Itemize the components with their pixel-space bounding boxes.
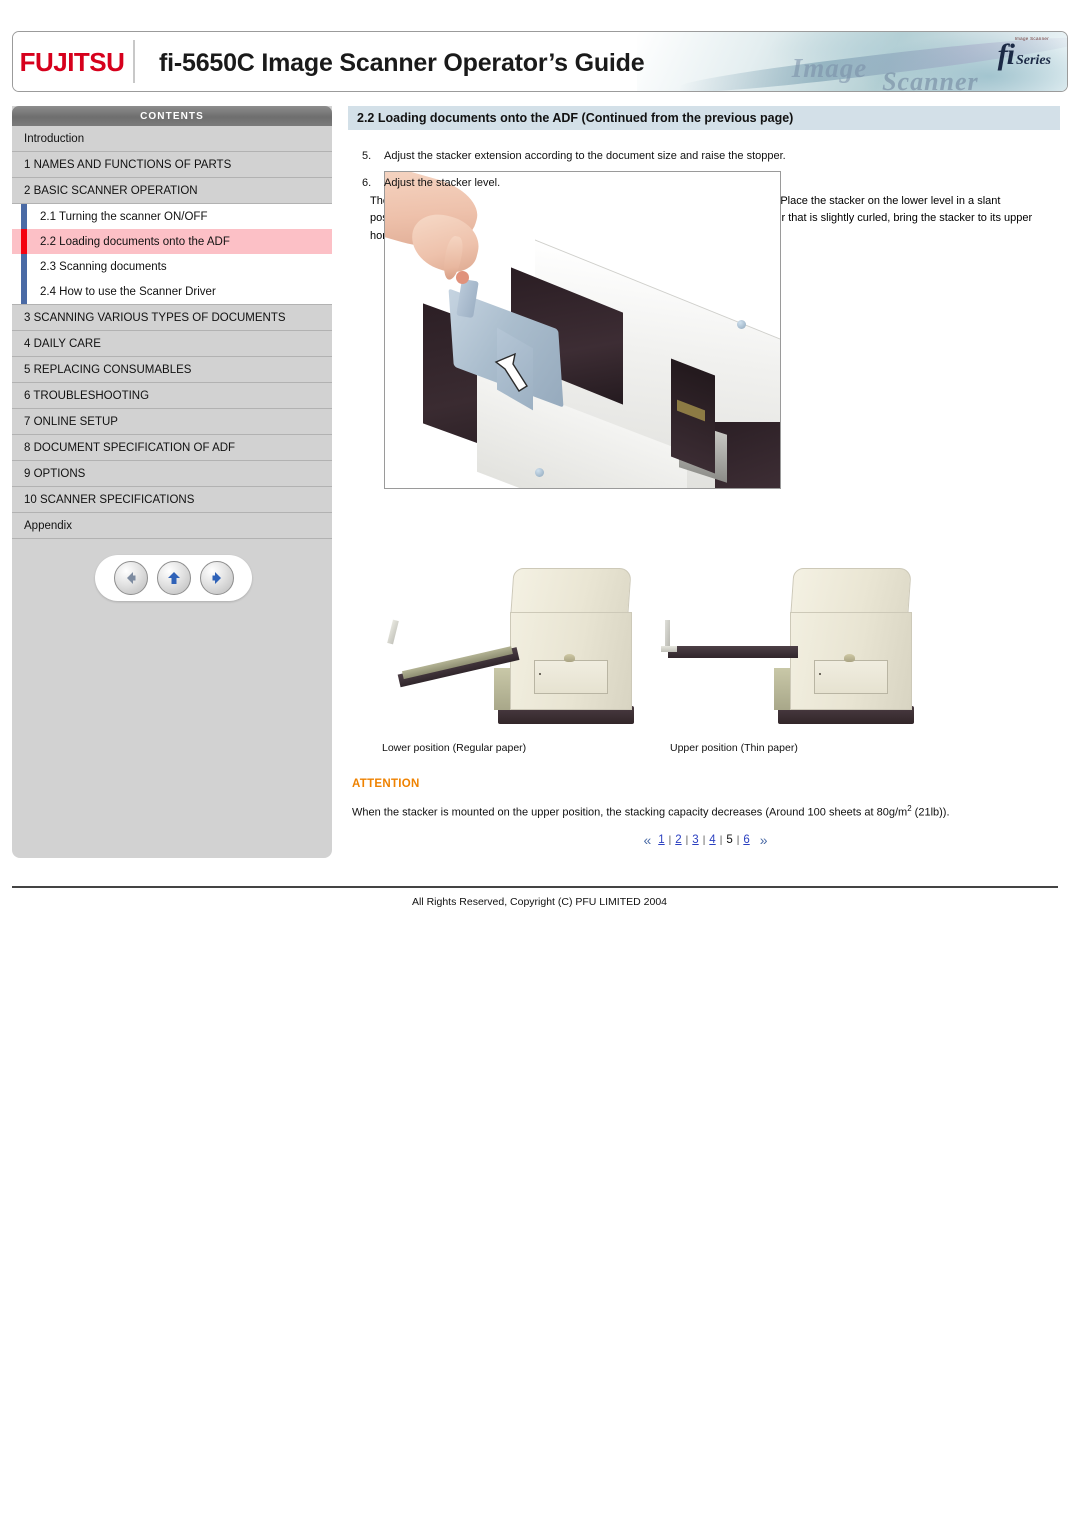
- sidebar-item-2-1[interactable]: 2.1 Turning the scanner ON/OFF: [12, 204, 332, 229]
- double-left-chevron-icon[interactable]: «: [636, 832, 655, 848]
- banner-artwork: Image Scanner Image Scanner fi Series: [637, 32, 1067, 91]
- stacker-stopper-foot: [661, 646, 677, 652]
- sidebar-item-label: 2.4 How to use the Scanner Driver: [40, 285, 216, 298]
- caption-upper-position: Upper position (Thin paper): [670, 742, 798, 754]
- fujitsu-loop-icon: [59, 31, 73, 32]
- scanner-front-hatch: [534, 660, 608, 694]
- section-heading: 2.2 Loading documents onto the ADF (Cont…: [348, 106, 1060, 130]
- step-5-number: 5.: [362, 150, 372, 162]
- sidebar-item-scanning-various-types[interactable]: 3 SCANNING VARIOUS TYPES OF DOCUMENTS: [12, 305, 332, 331]
- scanner-upper-shell: [510, 568, 632, 614]
- scanner-release-knob: [564, 654, 575, 662]
- back-arrow-icon: [126, 572, 135, 584]
- sidebar-item-label: 6 TROUBLESHOOTING: [24, 389, 150, 402]
- sidebar-item-2-2-active[interactable]: 2.2 Loading documents onto the ADF: [12, 229, 332, 254]
- caption-lower-position: Lower position (Regular paper): [382, 742, 527, 754]
- fi-series-logo: Image Scanner fi Series: [997, 36, 1051, 72]
- sidebar-item-troubleshooting[interactable]: 6 TROUBLESHOOTING: [12, 383, 332, 409]
- fi-series-tagline: Image Scanner: [1014, 36, 1049, 41]
- page-title: fi-5650C Image Scanner Operator’s Guide: [159, 49, 645, 77]
- sidebar-item-options[interactable]: 9 OPTIONS: [12, 461, 332, 487]
- page-link-2[interactable]: 2: [672, 834, 684, 846]
- banner-word-scanner: Scanner: [882, 67, 979, 92]
- sidebar-item-2-3[interactable]: 2.3 Scanning documents: [12, 254, 332, 279]
- attention-heading: ATTENTION: [352, 778, 420, 790]
- sidebar-item-2-4[interactable]: 2.4 How to use the Scanner Driver: [12, 279, 332, 304]
- sidebar-item-label: 2.3 Scanning documents: [40, 260, 167, 273]
- sidebar-item-label: Introduction: [24, 132, 85, 145]
- scanner-release-knob: [844, 654, 855, 662]
- page-link-6[interactable]: 6: [740, 834, 752, 846]
- attention-body: When the stacker is mounted on the upper…: [352, 804, 950, 819]
- sidebar-item-scanner-specifications[interactable]: 10 SCANNER SPECIFICATIONS: [12, 487, 332, 513]
- contents-sidebar: CONTENTS Introduction 1 NAMES AND FUNCTI…: [12, 106, 332, 858]
- sidebar-navigation-pad: [95, 555, 252, 601]
- sidebar-item-label: 8 DOCUMENT SPECIFICATION OF ADF: [24, 441, 236, 454]
- scanner-knob-right: [737, 320, 746, 329]
- stacker-stopper: [665, 620, 670, 648]
- footer-divider: [12, 886, 1058, 888]
- page-current-5: 5: [726, 834, 733, 846]
- photo-stacker-extension: [384, 171, 781, 489]
- sidebar-item-basic-scanner-operation[interactable]: 2 BASIC SCANNER OPERATION: [12, 178, 332, 204]
- stacker-tray-horizontal: [668, 646, 798, 658]
- sidebar-item-replacing-consumables[interactable]: 5 REPLACING CONSUMABLES: [12, 357, 332, 383]
- sidebar-item-document-specification[interactable]: 8 DOCUMENT SPECIFICATION OF ADF: [12, 435, 332, 461]
- sidebar-item-label: 9 OPTIONS: [24, 467, 86, 480]
- up-arrow-icon: [167, 572, 180, 584]
- hand-fingertip: [456, 271, 469, 284]
- contents-header: CONTENTS: [12, 106, 332, 126]
- main-content: 2.2 Loading documents onto the ADF (Cont…: [348, 106, 1060, 848]
- step-5: 5. Adjust the stacker extension accordin…: [362, 148, 1060, 165]
- page-link-1[interactable]: 1: [655, 834, 667, 846]
- fujitsu-logo-text: FUJITSU: [19, 46, 125, 77]
- scanner-front-hatch: [814, 660, 888, 694]
- banner-divider: [133, 40, 135, 83]
- scanner-upper-shell: [790, 568, 912, 614]
- fi-logo-mark: fi: [997, 38, 1015, 71]
- page-link-4[interactable]: 4: [706, 834, 718, 846]
- sidebar-item-label: Appendix: [24, 519, 72, 532]
- fujitsu-logo: FUJITSU: [13, 32, 131, 91]
- sidebar-item-label: 2 BASIC SCANNER OPERATION: [24, 184, 198, 197]
- scanner-knob-front: [535, 468, 544, 477]
- banner-word-image: Image: [791, 53, 868, 84]
- page-banner: Image Scanner Image Scanner fi Series FUJ…: [12, 31, 1068, 92]
- sidebar-item-introduction[interactable]: Introduction: [12, 126, 332, 152]
- photo-stacker-lower-position: [376, 557, 661, 732]
- sidebar-item-label: 1 NAMES AND FUNCTIONS OF PARTS: [24, 158, 232, 171]
- photo-stacker-upper-position: [656, 557, 941, 732]
- sidebar-item-label: 10 SCANNER SPECIFICATIONS: [24, 493, 195, 506]
- forward-button[interactable]: [199, 561, 234, 595]
- operators-guide-page: Image Scanner Image Scanner fi Series FUJ…: [0, 0, 1080, 1528]
- sidebar-item-names-and-functions[interactable]: 1 NAMES AND FUNCTIONS OF PARTS: [12, 152, 332, 178]
- step-6-text: Adjust the stacker level.: [384, 177, 501, 190]
- step-5-text: Adjust the stacker extension according t…: [384, 150, 786, 162]
- sidebar-item-label: 2.2 Loading documents onto the ADF: [40, 235, 230, 248]
- footer-copyright: All Rights Reserved, Copyright (C) PFU L…: [412, 896, 667, 908]
- attention-text-before: When the stacker is mounted on the upper…: [352, 806, 908, 819]
- sidebar-item-label: 3 SCANNING VARIOUS TYPES OF DOCUMENTS: [24, 311, 286, 324]
- sidebar-item-online-setup[interactable]: 7 ONLINE SETUP: [12, 409, 332, 435]
- double-right-chevron-icon[interactable]: »: [753, 832, 772, 848]
- fi-series-word: Series: [1016, 53, 1051, 68]
- sidebar-subsection-group: 2.1 Turning the scanner ON/OFF 2.2 Loadi…: [12, 204, 332, 305]
- sidebar-item-label: 5 REPLACING CONSUMABLES: [24, 363, 192, 376]
- step-6-number: 6.: [362, 177, 372, 190]
- step-6: 6. Adjust the stacker level.: [362, 175, 1060, 192]
- sidebar-item-appendix[interactable]: Appendix: [12, 513, 332, 539]
- sidebar-item-label: 4 DAILY CARE: [24, 337, 101, 350]
- pagination: « 1 | 2 | 3 | 4 | 5 | 6 »: [348, 832, 1060, 848]
- sidebar-item-label: 2.1 Turning the scanner ON/OFF: [40, 210, 208, 223]
- stacker-stopper: [387, 619, 399, 645]
- direction-arrow-icon: [494, 352, 528, 392]
- attention-text-after: (21lb)).: [911, 806, 950, 819]
- page-link-3[interactable]: 3: [689, 834, 701, 846]
- sidebar-item-daily-care[interactable]: 4 DAILY CARE: [12, 331, 332, 357]
- up-button[interactable]: [156, 561, 191, 595]
- sidebar-item-label: 7 ONLINE SETUP: [24, 415, 118, 428]
- forward-arrow-icon: [212, 572, 221, 584]
- back-button[interactable]: [113, 561, 148, 595]
